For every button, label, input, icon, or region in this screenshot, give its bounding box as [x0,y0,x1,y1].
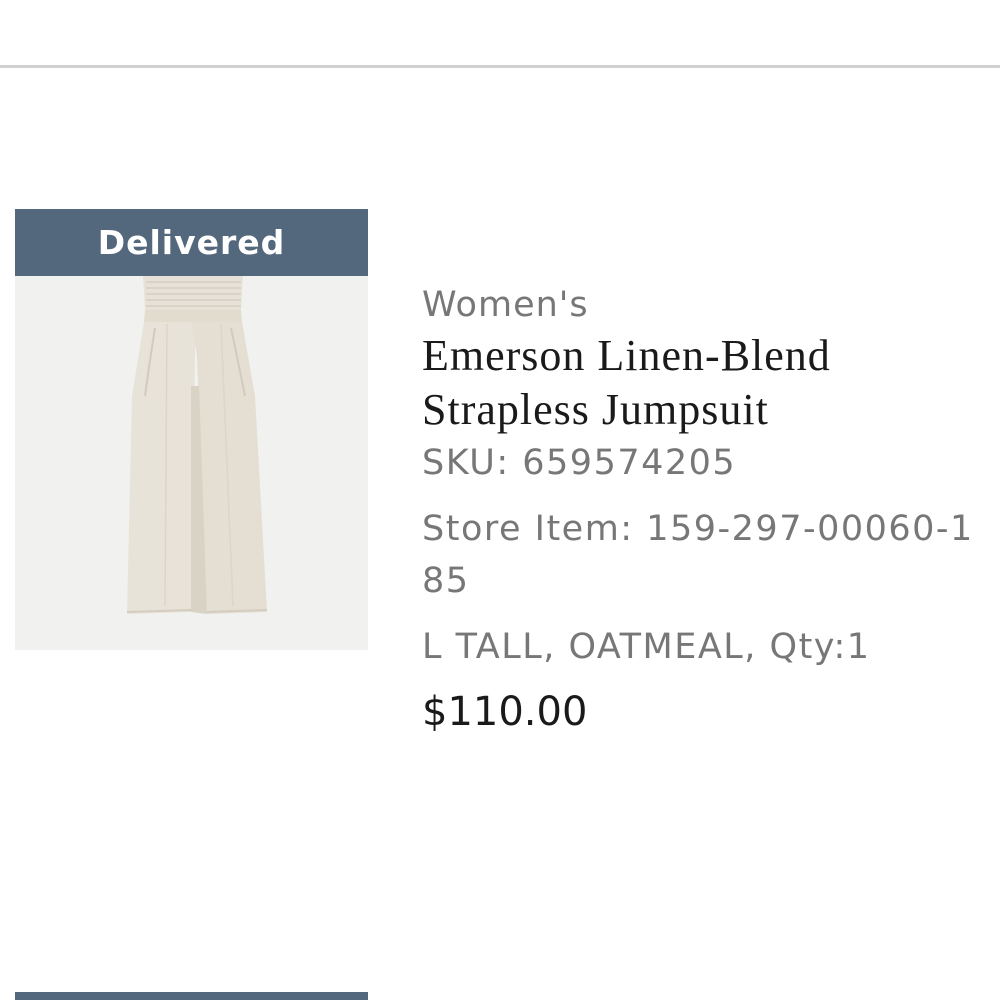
product-name-link[interactable]: Emerson Linen-Blend Strapless Jumpsuit [422,329,997,437]
product-details: Women's Emerson Linen-Blend Strapless Ju… [422,281,997,741]
store-item-number: Store Item: 159-297-00060-185 [422,509,974,601]
jumpsuit-image [15,276,368,650]
product-variant: L TALL, OATMEAL, Qty:1 [422,627,871,667]
order-item-card: Delivered Women's Emerson Linen-Blend St… [0,209,1000,769]
next-item-status-banner [15,992,368,1000]
header-divider [0,65,1000,68]
product-image[interactable] [15,276,368,650]
delivery-status-banner: Delivered [15,209,368,276]
order-details-page: Delivered Women's Emerson Linen-Blend St… [0,0,1000,1000]
product-price: $110.00 [422,689,588,735]
delivery-status-label: Delivered [97,223,286,262]
product-sku: SKU: 659574205 [422,443,737,483]
product-category: Women's [422,285,589,325]
